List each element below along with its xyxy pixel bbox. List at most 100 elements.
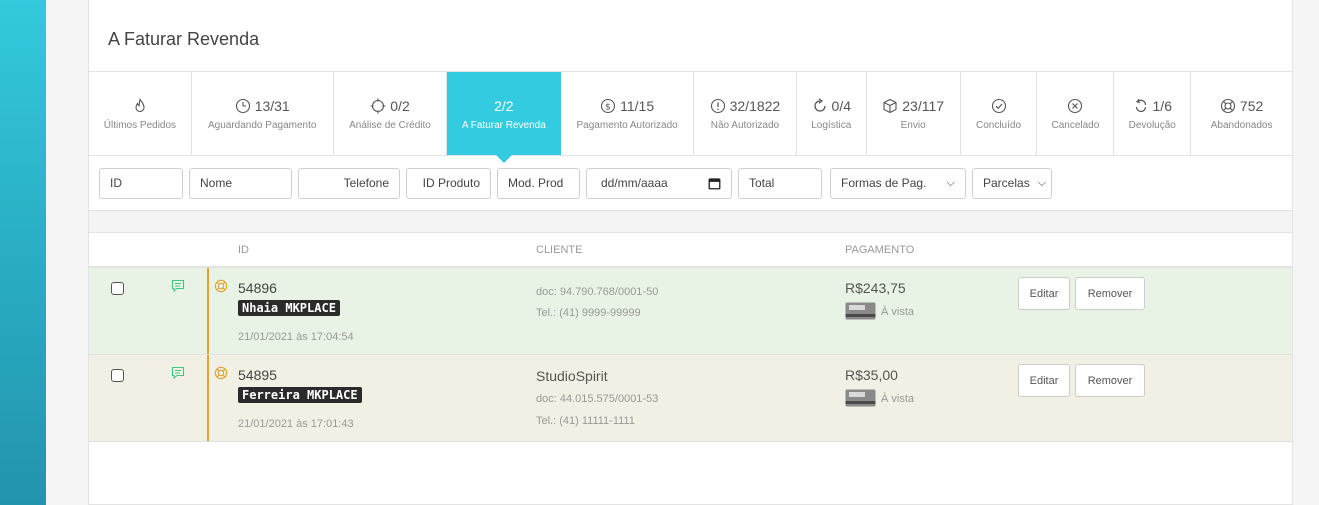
- remove-button[interactable]: Remover: [1075, 364, 1145, 397]
- tab-aguardando-pagamento[interactable]: 13/31 Aguardando Pagamento: [192, 72, 334, 155]
- refresh-icon: [813, 98, 826, 112]
- payment-card-icon: [845, 389, 876, 407]
- tab-label: Cancelado: [1051, 120, 1100, 131]
- tab-count: 0/4: [831, 98, 851, 114]
- lifebuoy-icon: [214, 366, 228, 380]
- row-checkbox[interactable]: [111, 282, 124, 295]
- tab-logistica[interactable]: 0/4 Logística: [797, 72, 867, 155]
- order-date: 21/01/2021 às 17:04:54: [238, 331, 354, 343]
- order-id[interactable]: 54895: [238, 367, 277, 383]
- header-pagamento: PAGAMENTO: [845, 244, 915, 256]
- tab-cancelado[interactable]: Cancelado: [1037, 72, 1115, 155]
- tab-count: 23/117: [902, 98, 945, 114]
- filter-nome-input[interactable]: Nome: [189, 167, 292, 199]
- payment-method: À vista: [881, 393, 915, 405]
- tab-label: Logística: [811, 120, 852, 131]
- comment-icon[interactable]: [171, 366, 185, 380]
- filter-mod-prod-input[interactable]: Mod. Prod: [497, 167, 580, 199]
- comment-icon[interactable]: [171, 279, 185, 293]
- tab-label: Envio: [900, 120, 926, 131]
- tab-concluido[interactable]: Concluído: [961, 72, 1038, 155]
- tab-count: 11/15: [620, 98, 655, 114]
- tab-count: 752: [1239, 98, 1264, 114]
- tab-envio[interactable]: 23/117 Envio: [867, 72, 961, 155]
- payment-method: À vista: [881, 306, 915, 318]
- client-doc: doc: 44.015.575/0001-53: [536, 393, 659, 405]
- status-tabs: Últimos Pedidos 13/31 Aguardando Pagamen…: [89, 72, 1292, 163]
- filter-total-input[interactable]: Total: [738, 167, 822, 199]
- tab-a-faturar-revenda[interactable]: 2/2 A Faturar Revenda: [447, 72, 562, 163]
- tab-label: Não Autorizado: [710, 120, 780, 131]
- tab-count: 2/2: [494, 98, 514, 114]
- filter-parcelas-select[interactable]: Parcelas ⌵: [972, 167, 1052, 199]
- header-id: ID: [238, 244, 249, 256]
- tab-label: Abandonados: [1210, 120, 1273, 131]
- payment-card-icon: [845, 302, 876, 320]
- filter-bar: ID Nome Telefone ID Produto Mod. Prod dd…: [89, 156, 1292, 211]
- order-price: R$35,00: [845, 367, 898, 383]
- x-circle-icon: [1068, 98, 1083, 114]
- tab-analise-credito[interactable]: 0/2 Análise de Crédito: [334, 72, 448, 155]
- package-icon: [883, 98, 897, 114]
- date-placeholder: dd/mm/aaaa: [601, 176, 668, 190]
- page-title: A Faturar Revenda: [89, 0, 1292, 72]
- crosshair-icon: [370, 98, 386, 114]
- row-accent-line: [207, 355, 209, 441]
- select-value: Formas de Pag.: [841, 176, 927, 190]
- orders-panel: A Faturar Revenda Últimos Pedidos 13/31 …: [88, 0, 1293, 505]
- table-row: 54896 Nhaia MKPLACE 21/01/2021 às 17:04:…: [89, 268, 1292, 355]
- filter-formas-pag-select[interactable]: Formas de Pag. ⌵: [830, 167, 966, 199]
- tab-label: Análise de Crédito: [349, 120, 431, 131]
- filter-telefone-input[interactable]: Telefone: [298, 167, 400, 199]
- header-cliente: CLIENTE: [536, 244, 583, 256]
- store-tag: Ferreira MKPLACE: [238, 387, 362, 403]
- tab-count: 1/6: [1152, 98, 1172, 114]
- alert-icon: [710, 98, 725, 114]
- tab-abandonados[interactable]: 752 Abandonados: [1191, 72, 1292, 155]
- tab-count: 32/1822: [729, 98, 781, 114]
- tab-ultimos-pedidos[interactable]: Últimos Pedidos: [89, 72, 192, 155]
- client-tel: Tel.: (41) 9999-99999: [536, 307, 641, 319]
- filter-id-input[interactable]: ID: [99, 167, 183, 199]
- client-name[interactable]: StudioSpirit: [536, 368, 608, 384]
- tab-nao-autorizado[interactable]: 32/1822 Não Autorizado: [694, 72, 797, 155]
- table-row: 54895 Ferreira MKPLACE 21/01/2021 às 17:…: [89, 355, 1292, 442]
- tab-label: Pagamento Autorizado: [576, 120, 678, 131]
- return-icon: [1135, 98, 1146, 113]
- spacer: [89, 211, 1292, 233]
- filter-date-input[interactable]: dd/mm/aaaa: [586, 167, 732, 199]
- order-date: 21/01/2021 às 17:01:43: [238, 418, 354, 430]
- tab-label: Devolução: [1128, 120, 1176, 131]
- edit-button[interactable]: Editar: [1018, 364, 1070, 397]
- filter-id-produto-input[interactable]: ID Produto: [406, 167, 491, 199]
- tab-label: A Faturar Revenda: [461, 120, 546, 131]
- chevron-down-icon: ⌵: [1037, 176, 1047, 189]
- order-id[interactable]: 54896: [238, 280, 277, 296]
- remove-button[interactable]: Remover: [1075, 277, 1145, 310]
- flame-icon: [135, 98, 145, 113]
- tab-label: Aguardando Pagamento: [208, 120, 317, 131]
- store-tag: Nhaia MKPLACE: [238, 300, 340, 316]
- tab-label: Últimos Pedidos: [103, 120, 177, 131]
- lifebuoy-icon: [214, 279, 228, 293]
- order-price: R$243,75: [845, 280, 906, 296]
- calendar-icon[interactable]: [708, 177, 721, 190]
- row-accent-line: [207, 268, 209, 354]
- edit-button[interactable]: Editar: [1018, 277, 1070, 310]
- row-checkbox[interactable]: [111, 369, 124, 382]
- chevron-down-icon: ⌵: [946, 176, 955, 189]
- lifebuoy-icon: [1220, 98, 1235, 114]
- select-value: Parcelas: [983, 176, 1030, 190]
- clock-icon: [235, 98, 250, 114]
- tab-devolucao[interactable]: 1/6 Devolução: [1114, 72, 1192, 155]
- sidebar: [0, 0, 46, 505]
- table-header: ID CLIENTE PAGAMENTO: [89, 233, 1292, 268]
- tab-count: 13/31: [254, 98, 290, 114]
- tab-label: Concluído: [975, 120, 1022, 131]
- client-tel: Tel.: (41) 11111-1111: [536, 415, 635, 427]
- check-circle-icon: [991, 98, 1006, 114]
- client-doc: doc: 94.790.768/0001-50: [536, 286, 659, 298]
- dollar-icon: $: [601, 98, 616, 114]
- svg-text:$: $: [605, 102, 611, 112]
- tab-pagamento-autorizado[interactable]: $11/15 Pagamento Autorizado: [561, 72, 694, 155]
